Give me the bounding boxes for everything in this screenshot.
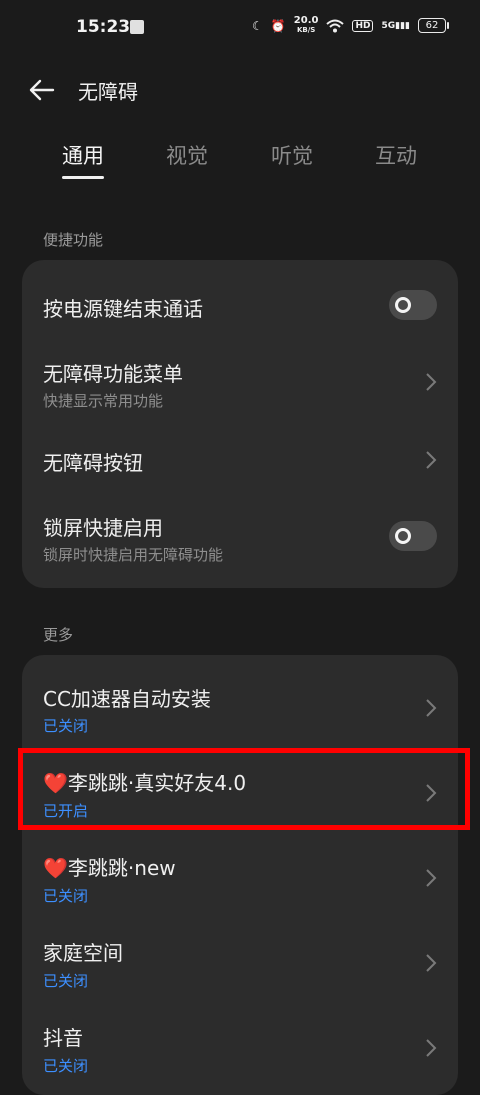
service-row-douyin[interactable]: 抖音 已关闭 xyxy=(22,1002,458,1087)
shortcuts-card: 按电源键结束通话 无障碍功能菜单 快捷显示常用功能 无障碍按钮 锁屏快捷启用 锁… xyxy=(22,260,458,588)
chevron-right-icon xyxy=(426,954,437,972)
setting-title: 无障碍功能菜单 xyxy=(43,362,183,386)
notification-person-icon xyxy=(130,20,144,34)
chevron-right-icon xyxy=(426,869,437,887)
highlight-box xyxy=(18,748,470,830)
chevron-right-icon xyxy=(426,451,437,469)
service-title: ❤️李跳跳·new xyxy=(43,852,176,881)
network-speed-value: 20.0 xyxy=(293,15,319,26)
tab-hearing[interactable]: 听觉 xyxy=(271,140,313,170)
service-title: CC加速器自动安装 xyxy=(43,687,211,711)
back-arrow-icon[interactable] xyxy=(28,76,56,104)
status-bar: 15:23 ☾ ⏰ 20.0 KB/S HD 5G▮▮▮ 62 xyxy=(0,0,480,56)
toggle-switch[interactable] xyxy=(389,290,437,320)
network-speed: 20.0 KB/S xyxy=(294,16,319,35)
service-title: 抖音 xyxy=(43,1026,83,1050)
wifi-icon xyxy=(326,19,345,32)
tab-vision[interactable]: 视觉 xyxy=(166,140,208,170)
setting-row-accessibility-button[interactable]: 无障碍按钮 xyxy=(22,428,458,496)
tab-interaction[interactable]: 互动 xyxy=(375,140,417,170)
setting-subtitle: 锁屏时快捷启用无障碍功能 xyxy=(43,546,224,564)
tab-bar: 通用 视觉 听觉 互动 xyxy=(0,138,480,186)
setting-title: 无障碍按钮 xyxy=(43,451,143,475)
hd-badge: HD xyxy=(352,19,374,32)
service-status: 已关闭 xyxy=(43,887,89,905)
service-row-cc-accelerator[interactable]: CC加速器自动安装 已关闭 xyxy=(22,655,458,747)
service-row-litiaotiao-new[interactable]: ❤️李跳跳·new 已关闭 xyxy=(22,832,458,917)
service-status: 已关闭 xyxy=(43,717,89,735)
network-speed-unit: KB/S xyxy=(296,26,316,34)
service-status: 已关闭 xyxy=(43,1057,89,1075)
setting-subtitle: 快捷显示常用功能 xyxy=(43,392,164,410)
alarm-clock-icon: ⏰ xyxy=(270,18,286,33)
chevron-right-icon xyxy=(426,373,437,391)
active-tab-indicator xyxy=(62,176,104,179)
status-icons: ☾ ⏰ 20.0 KB/S HD 5G▮▮▮ 62 xyxy=(252,16,449,35)
chevron-right-icon xyxy=(426,699,437,717)
service-title: 家庭空间 xyxy=(43,941,123,965)
section-label-shortcuts: 便捷功能 xyxy=(43,231,104,249)
service-row-family-space[interactable]: 家庭空间 已关闭 xyxy=(22,917,458,1002)
heart-icon: ❤️ xyxy=(43,856,68,880)
chevron-right-icon xyxy=(426,1039,437,1057)
title-bar: 无障碍 xyxy=(0,68,480,112)
do-not-disturb-moon-icon: ☾ xyxy=(252,18,263,33)
service-title-text: 李跳跳·new xyxy=(67,856,176,880)
service-status: 已关闭 xyxy=(43,972,89,990)
status-time: 15:23 xyxy=(76,17,131,37)
battery-icon: 62 xyxy=(418,18,449,33)
setting-row-power-end-call[interactable]: 按电源键结束通话 xyxy=(22,260,458,350)
page-title: 无障碍 xyxy=(78,80,138,104)
tab-general[interactable]: 通用 xyxy=(62,140,104,170)
more-card: CC加速器自动安装 已关闭 ❤️李跳跳·真实好友4.0 已开启 ❤️李跳跳·ne… xyxy=(22,655,458,1095)
network-type: 5G xyxy=(381,20,396,31)
section-label-more: 更多 xyxy=(43,626,74,644)
toggle-knob xyxy=(395,297,411,313)
battery-level: 62 xyxy=(425,20,439,31)
signal-5g-icon: 5G▮▮▮ xyxy=(381,20,410,31)
toggle-knob xyxy=(395,528,411,544)
setting-title: 锁屏快捷启用 xyxy=(43,516,163,540)
setting-title: 按电源键结束通话 xyxy=(43,297,203,321)
setting-row-lockscreen-shortcut[interactable]: 锁屏快捷启用 锁屏时快捷启用无障碍功能 xyxy=(22,496,458,588)
setting-row-accessibility-menu[interactable]: 无障碍功能菜单 快捷显示常用功能 xyxy=(22,350,458,428)
toggle-switch[interactable] xyxy=(389,521,437,551)
